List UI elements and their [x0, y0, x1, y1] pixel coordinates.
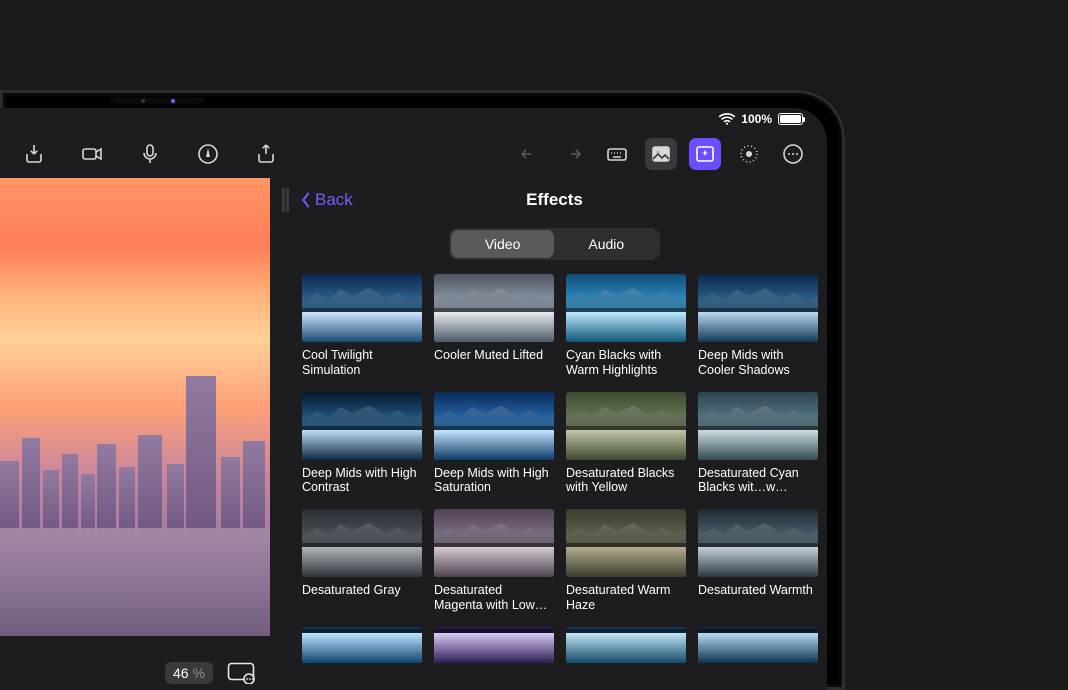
import-button[interactable] [18, 138, 50, 170]
live-draw-button[interactable] [192, 138, 224, 170]
effect-thumbnail [698, 627, 818, 663]
effect-thumbnail [566, 392, 686, 460]
effect-item[interactable]: Cool Twilight Simulation [302, 274, 422, 378]
ipad-notch [110, 97, 205, 104]
undo-button[interactable] [513, 138, 545, 170]
effect-item[interactable]: Cyan Blacks with Warm Highlights [566, 274, 686, 378]
effect-thumbnail [698, 509, 818, 577]
color-wheel-button[interactable] [733, 138, 765, 170]
battery-pct-label: 100% [741, 112, 772, 126]
effect-item[interactable]: Desaturated Warmth [698, 509, 818, 613]
segment-video[interactable]: Video [451, 230, 555, 258]
effect-label: Desaturated Warm Haze [566, 583, 686, 613]
segment-audio[interactable]: Audio [554, 230, 658, 258]
effect-thumbnail [302, 509, 422, 577]
panel-resize-handle[interactable] [282, 188, 289, 212]
effects-grid: Cool Twilight Simulation Cooler Muted Lif… [282, 274, 827, 663]
effect-thumbnail [566, 627, 686, 663]
keyboard-button[interactable] [601, 138, 633, 170]
effect-item[interactable] [698, 627, 818, 663]
app-toolbar [0, 130, 827, 178]
effect-item[interactable]: Deep Mids with Cooler Shadows [698, 274, 818, 378]
back-button[interactable]: Back [282, 190, 353, 210]
effect-label: Deep Mids with High Contrast [302, 466, 422, 496]
effect-label: Desaturated Gray [302, 583, 422, 598]
more-button[interactable] [777, 138, 809, 170]
back-label: Back [315, 190, 353, 210]
effect-thumbnail [434, 392, 554, 460]
app-screen: 100% [0, 108, 827, 690]
effect-item[interactable] [302, 627, 422, 663]
device-frame: 100% [0, 90, 845, 690]
effect-item[interactable]: Desaturated Cyan Blacks wit…w Contrast [698, 392, 818, 496]
effect-thumbnail [434, 627, 554, 663]
effect-thumbnail [302, 274, 422, 342]
chevron-left-icon [300, 191, 312, 209]
effect-thumbnail [698, 392, 818, 460]
effect-label: Desaturated Blacks with Yellow [566, 466, 686, 496]
share-button[interactable] [250, 138, 282, 170]
effect-label: Desaturated Warmth [698, 583, 818, 598]
effect-item[interactable] [434, 627, 554, 663]
zoom-level[interactable]: 46 % [165, 662, 213, 684]
battery-icon [778, 113, 803, 125]
effect-item[interactable]: Desaturated Magenta with Low Contrast [434, 509, 554, 613]
effect-item[interactable] [566, 627, 686, 663]
zoom-value: 46 [173, 665, 189, 681]
effect-thumbnail [302, 392, 422, 460]
effect-thumbnail [434, 274, 554, 342]
effect-item[interactable]: Desaturated Blacks with Yellow [566, 392, 686, 496]
effect-thumbnail [302, 627, 422, 663]
effect-item[interactable]: Deep Mids with High Saturation [434, 392, 554, 496]
effect-item[interactable]: Cooler Muted Lifted [434, 274, 554, 378]
effect-label: Cool Twilight Simulation [302, 348, 422, 378]
viewer-preview[interactable] [0, 178, 270, 636]
preview-controls: 46 % [0, 658, 267, 688]
effects-button[interactable] [689, 138, 721, 170]
redo-button[interactable] [557, 138, 589, 170]
zoom-pct: % [193, 665, 205, 681]
effect-label: Desaturated Cyan Blacks wit…w Contrast [698, 466, 818, 496]
effect-thumbnail [566, 274, 686, 342]
camera-button[interactable] [76, 138, 108, 170]
effect-label: Cooler Muted Lifted [434, 348, 554, 363]
photo-library-button[interactable] [645, 138, 677, 170]
effect-item[interactable]: Desaturated Warm Haze [566, 509, 686, 613]
effects-panel: Back Effects Video Audio Cool Twilight S… [270, 178, 827, 690]
panel-title: Effects [282, 190, 827, 210]
effect-item[interactable]: Desaturated Gray [302, 509, 422, 613]
media-type-segment: Video Audio [449, 228, 660, 260]
display-options-button[interactable] [227, 662, 255, 684]
effect-thumbnail [566, 509, 686, 577]
effect-label: Desaturated Magenta with Low Contrast [434, 583, 554, 613]
effect-label: Deep Mids with Cooler Shadows [698, 348, 818, 378]
effect-thumbnail [434, 509, 554, 577]
wifi-icon [719, 113, 735, 125]
voiceover-button[interactable] [134, 138, 166, 170]
effect-thumbnail [698, 274, 818, 342]
effect-item[interactable]: Deep Mids with High Contrast [302, 392, 422, 496]
effect-label: Cyan Blacks with Warm Highlights [566, 348, 686, 378]
status-bar: 100% [0, 108, 827, 130]
effect-label: Deep Mids with High Saturation [434, 466, 554, 496]
